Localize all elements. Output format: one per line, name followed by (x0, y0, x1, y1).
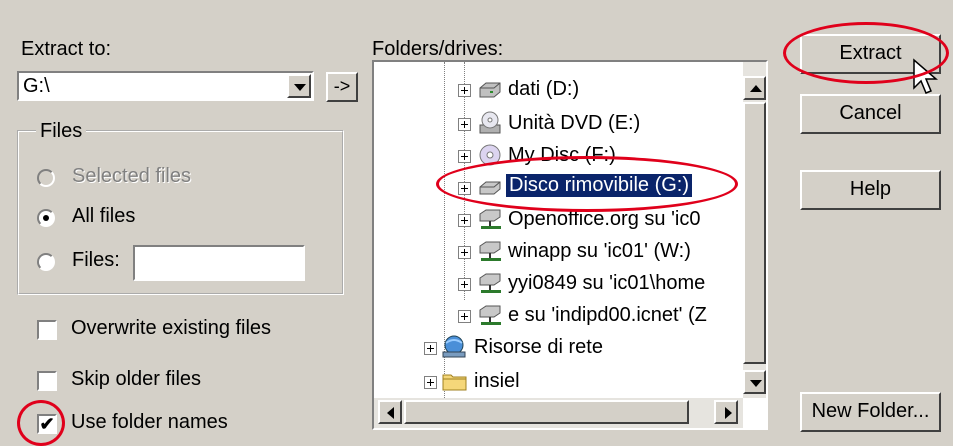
expand-icon (458, 214, 471, 227)
tree-item-label: Unità DVD (E:) (508, 112, 641, 134)
tree-item-dvd[interactable]: Unità DVD (E:) (374, 110, 744, 140)
extract-to-label: Extract to: (21, 38, 112, 60)
vertical-scroll-thumb[interactable] (743, 102, 766, 364)
horizontal-scrollbar[interactable] (374, 398, 743, 428)
expand-icon (424, 376, 437, 389)
tree-item-label: e su 'indipd00.icnet' (Z (508, 304, 707, 326)
expand-icon (458, 118, 471, 131)
vertical-scrollbar[interactable] (743, 62, 766, 398)
tree-item-winapp[interactable]: winapp su 'ic01' (W:) (374, 238, 744, 268)
all-files-radio[interactable] (37, 209, 55, 227)
folder-icon (442, 374, 467, 391)
extract-path-value: G:\ (23, 75, 50, 97)
skip-older-checkbox[interactable] (37, 371, 57, 391)
tree-item-label: winapp su 'ic01' (W:) (508, 240, 691, 262)
radio-selected-dot (43, 215, 49, 221)
new-folder-button[interactable]: New Folder... (800, 392, 941, 432)
selected-files-label: Selected files (72, 165, 191, 187)
expand-icon (458, 84, 471, 97)
arrow-right-icon (725, 407, 732, 419)
network-places-icon (442, 335, 466, 358)
all-files-label: All files (72, 205, 136, 227)
expand-icon (458, 246, 471, 259)
skip-older-label: Skip older files (71, 368, 202, 390)
scroll-down-button[interactable] (743, 370, 766, 394)
tree-item-insiel[interactable]: insiel (374, 368, 744, 398)
files-radio[interactable] (37, 253, 55, 271)
tree-item-label: dati (D:) (508, 78, 580, 100)
scroll-left-button[interactable] (378, 400, 402, 424)
network-drive-icon (479, 209, 501, 229)
extract-path-combobox[interactable]: G:\ (17, 71, 314, 101)
tree-item-risorse-di-rete[interactable]: Risorse di rete (374, 334, 744, 364)
expand-icon (424, 342, 437, 355)
combo-dropdown-button[interactable] (287, 74, 311, 98)
arrow-down-icon (750, 380, 762, 387)
use-folder-names-label: Use folder names (71, 411, 228, 433)
folders-drives-label: Folders/drives: (372, 38, 504, 60)
selected-files-radio[interactable] (37, 169, 55, 187)
tree-item-e-su-indipd00[interactable]: e su 'indipd00.icnet' (Z (374, 302, 744, 332)
network-drive-icon (479, 241, 501, 261)
annotation-circle-extract (783, 22, 949, 84)
files-label: Files: (72, 249, 120, 271)
expand-icon (458, 150, 471, 163)
expand-icon (458, 278, 471, 291)
annotation-circle-checkbox (17, 400, 65, 446)
tree-item-label: Risorse di rete (474, 336, 603, 358)
help-button[interactable]: Help (800, 170, 941, 210)
files-group-title: Files (36, 120, 87, 143)
annotation-circle-drive (436, 156, 738, 212)
go-button[interactable]: -> (326, 72, 358, 102)
dvd-drive-icon (479, 111, 501, 134)
network-drive-icon (479, 305, 501, 325)
hard-drive-icon (479, 82, 501, 98)
cancel-button[interactable]: Cancel (800, 94, 941, 134)
network-drive-icon (479, 273, 501, 293)
tree-item-dati[interactable]: dati (D:) (374, 76, 744, 106)
arrow-left-icon (387, 407, 394, 419)
arrow-up-icon (750, 85, 762, 92)
scroll-up-button[interactable] (743, 76, 766, 100)
tree-item-label: yyi0849 su 'ic01\home (508, 272, 706, 294)
overwrite-checkbox[interactable] (37, 320, 57, 340)
files-filter-input[interactable] (133, 245, 305, 281)
folder-tree[interactable]: dati (D:) Unità DVD (E:) My Disc (F:) Di… (372, 60, 768, 430)
expand-icon (458, 310, 471, 323)
tree-item-yyi0849[interactable]: yyi0849 su 'ic01\home (374, 270, 744, 300)
overwrite-label: Overwrite existing files (71, 317, 272, 339)
tree-item-label: insiel (474, 370, 520, 392)
scroll-right-button[interactable] (714, 400, 738, 424)
horizontal-scroll-thumb[interactable] (404, 400, 689, 424)
chevron-down-icon (294, 84, 306, 91)
